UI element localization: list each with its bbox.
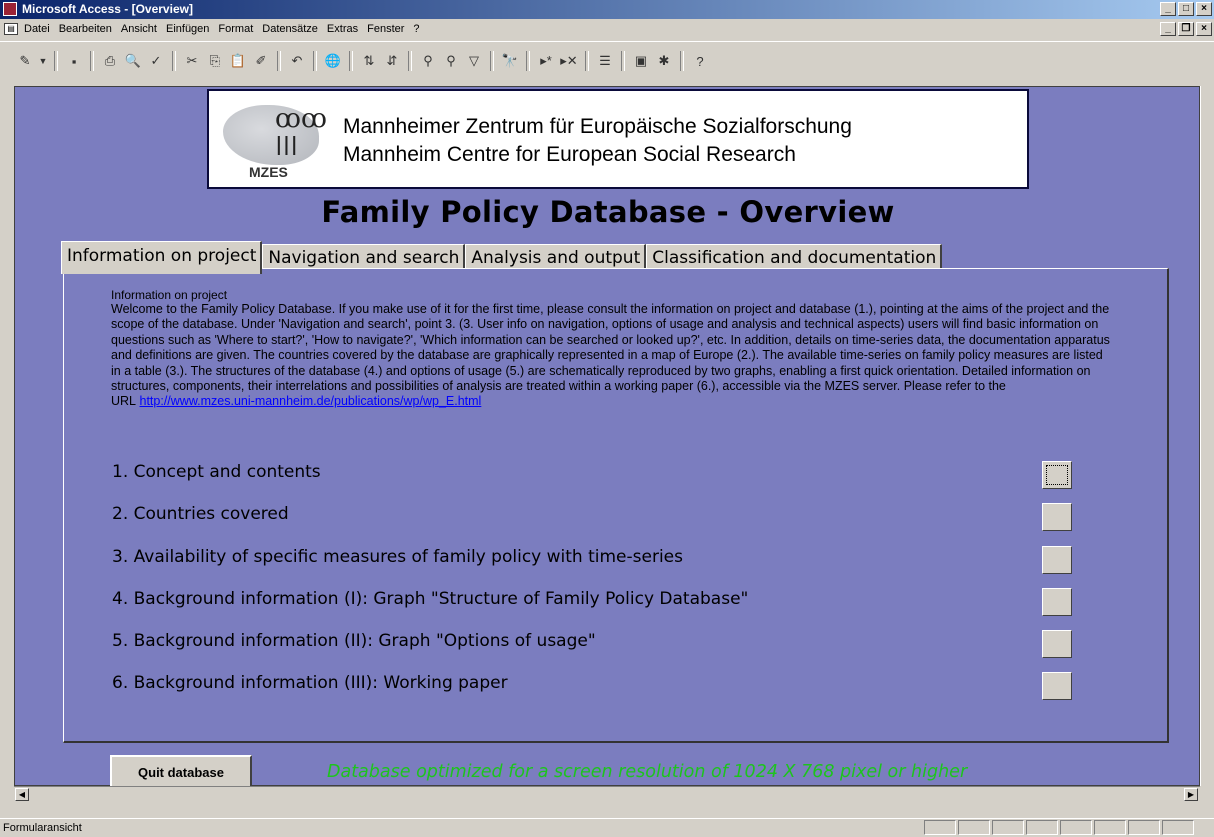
- open-structure-graph-button[interactable]: [1042, 588, 1072, 616]
- spelling-icon[interactable]: ✓: [145, 50, 167, 72]
- doc-close-button[interactable]: ×: [1196, 22, 1212, 36]
- status-cell: [1060, 820, 1092, 835]
- item-availability-of-measures: 3. Availability of specific measures of …: [112, 547, 683, 567]
- menu-datensaetze[interactable]: Datensätze: [262, 23, 318, 35]
- window-title: Microsoft Access - [Overview]: [22, 2, 193, 16]
- scroll-left-icon[interactable]: ◀: [15, 788, 29, 801]
- status-bar: Formularansicht: [0, 818, 1214, 837]
- item-working-paper: 6. Background information (III): Working…: [112, 673, 508, 693]
- info-text: Welcome to the Family Policy Database. I…: [111, 302, 1111, 410]
- toolbar-separator: [313, 51, 317, 71]
- toolbar-separator: [54, 51, 58, 71]
- design-view-icon[interactable]: ✎: [14, 50, 36, 72]
- info-body: Welcome to the Family Policy Database. I…: [111, 302, 1110, 409]
- quit-database-button[interactable]: Quit database: [110, 755, 252, 789]
- menu-format[interactable]: Format: [218, 23, 253, 35]
- tab-information-on-project[interactable]: Information on project: [61, 241, 263, 274]
- copy-icon[interactable]: ⎘: [204, 50, 226, 72]
- logo-line-english: Mannheim Centre for European Social Rese…: [343, 143, 796, 166]
- window-restore-button[interactable]: □: [1178, 2, 1194, 16]
- title-bar: Microsoft Access - [Overview] _ □ ×: [0, 0, 1214, 19]
- status-cell: [1128, 820, 1160, 835]
- resolution-note: Database optimized for a screen resoluti…: [327, 762, 968, 782]
- access-app-icon[interactable]: [3, 2, 17, 16]
- toolbar-separator: [349, 51, 353, 71]
- toolbar: ✎ ▼ ▪ ⎙ 🔍 ✓ ✂ ⎘ 📋 ✐ ↶ 🌐 ⇅ ⇵ ⚲ ⚲ ▽ 🔭 ▸* ▸…: [0, 41, 1214, 81]
- status-cell: [1094, 820, 1126, 835]
- new-object-icon[interactable]: ✱: [653, 50, 675, 72]
- apply-filter-icon[interactable]: ▽: [463, 50, 485, 72]
- tab-panel: Information on project Welcome to the Fa…: [63, 268, 1169, 743]
- status-cell: [958, 820, 990, 835]
- paste-icon[interactable]: 📋: [227, 50, 249, 72]
- item-concept-and-contents: 1. Concept and contents: [112, 462, 321, 482]
- window-close-button[interactable]: ×: [1196, 2, 1212, 16]
- find-icon[interactable]: 🔭: [499, 50, 521, 72]
- mzes-url-link[interactable]: http://www.mzes.uni-mannheim.de/publicat…: [140, 394, 482, 408]
- menu-bar: ▤ Datei Bearbeiten Ansicht Einfügen Form…: [0, 19, 1214, 41]
- properties-icon[interactable]: ☰: [594, 50, 616, 72]
- open-concept-button[interactable]: [1042, 461, 1072, 489]
- format-painter-icon[interactable]: ✐: [250, 50, 272, 72]
- toolbar-separator: [680, 51, 684, 71]
- scroll-right-icon[interactable]: ▶: [1184, 788, 1198, 801]
- menu-datei[interactable]: Datei: [24, 23, 50, 35]
- item-countries-covered: 2. Countries covered: [112, 504, 289, 524]
- open-countries-button[interactable]: [1042, 503, 1072, 531]
- undo-icon[interactable]: ↶: [286, 50, 308, 72]
- toolbar-separator: [172, 51, 176, 71]
- status-cell: [924, 820, 956, 835]
- info-title: Information on project: [111, 288, 228, 302]
- new-record-icon[interactable]: ▸*: [535, 50, 557, 72]
- menu-fenster[interactable]: Fenster: [367, 23, 404, 35]
- open-working-paper-button[interactable]: [1042, 672, 1072, 700]
- page-title: Family Policy Database - Overview: [321, 195, 895, 229]
- open-availability-button[interactable]: [1042, 546, 1072, 574]
- status-cell: [992, 820, 1024, 835]
- vertical-scrollbar[interactable]: [1200, 86, 1214, 786]
- status-cell: [1026, 820, 1058, 835]
- toolbar-separator: [408, 51, 412, 71]
- menu-ansicht[interactable]: Ansicht: [121, 23, 157, 35]
- sort-descending-icon[interactable]: ⇵: [381, 50, 403, 72]
- hyperlink-icon[interactable]: 🌐: [322, 50, 344, 72]
- filter-by-form-icon[interactable]: ⚲: [440, 50, 462, 72]
- toolbar-separator: [490, 51, 494, 71]
- print-preview-icon[interactable]: 🔍: [122, 50, 144, 72]
- help-icon[interactable]: ?: [689, 50, 711, 72]
- logo-line-german: Mannheimer Zentrum für Europäische Sozia…: [343, 115, 852, 138]
- filter-by-selection-icon[interactable]: ⚲: [417, 50, 439, 72]
- toolbar-separator: [621, 51, 625, 71]
- status-cell: [1162, 820, 1194, 835]
- doc-minimize-button[interactable]: _: [1160, 22, 1176, 36]
- menu-extras[interactable]: Extras: [327, 23, 358, 35]
- database-window-icon[interactable]: ▣: [630, 50, 652, 72]
- doc-restore-button[interactable]: ❐: [1178, 22, 1194, 36]
- toolbar-separator: [585, 51, 589, 71]
- save-icon[interactable]: ▪: [63, 50, 85, 72]
- toolbar-separator: [526, 51, 530, 71]
- status-text: Formularansicht: [3, 822, 82, 834]
- form-document-icon[interactable]: ▤: [4, 23, 18, 35]
- menu-help[interactable]: ?: [413, 23, 419, 35]
- item-options-graph: 5. Background information (II): Graph "O…: [112, 631, 596, 651]
- mzes-logo-banner: ꝏꝏ ǀǀǀ MZES Mannheimer Zentrum für Europä…: [207, 89, 1029, 189]
- print-icon[interactable]: ⎙: [99, 50, 121, 72]
- delete-record-icon[interactable]: ▸✕: [558, 50, 580, 72]
- mzes-badge: MZES: [249, 164, 288, 180]
- menu-bearbeiten[interactable]: Bearbeiten: [59, 23, 112, 35]
- menu-einfuegen[interactable]: Einfügen: [166, 23, 209, 35]
- window-minimize-button[interactable]: _: [1160, 2, 1176, 16]
- sort-ascending-icon[interactable]: ⇅: [358, 50, 380, 72]
- people-figures-icon: ꝏꝏ ǀǀǀ: [275, 104, 327, 162]
- item-structure-graph: 4. Background information (I): Graph "St…: [112, 589, 749, 609]
- status-indicators: [924, 820, 1194, 835]
- horizontal-scrollbar[interactable]: ◀ ▶: [14, 786, 1200, 802]
- cut-icon[interactable]: ✂: [181, 50, 203, 72]
- toolbar-separator: [90, 51, 94, 71]
- form-area: ꝏꝏ ǀǀǀ MZES Mannheimer Zentrum für Europä…: [14, 86, 1200, 789]
- toolbar-separator: [277, 51, 281, 71]
- view-dropdown-icon[interactable]: ▼: [37, 50, 49, 72]
- open-options-graph-button[interactable]: [1042, 630, 1072, 658]
